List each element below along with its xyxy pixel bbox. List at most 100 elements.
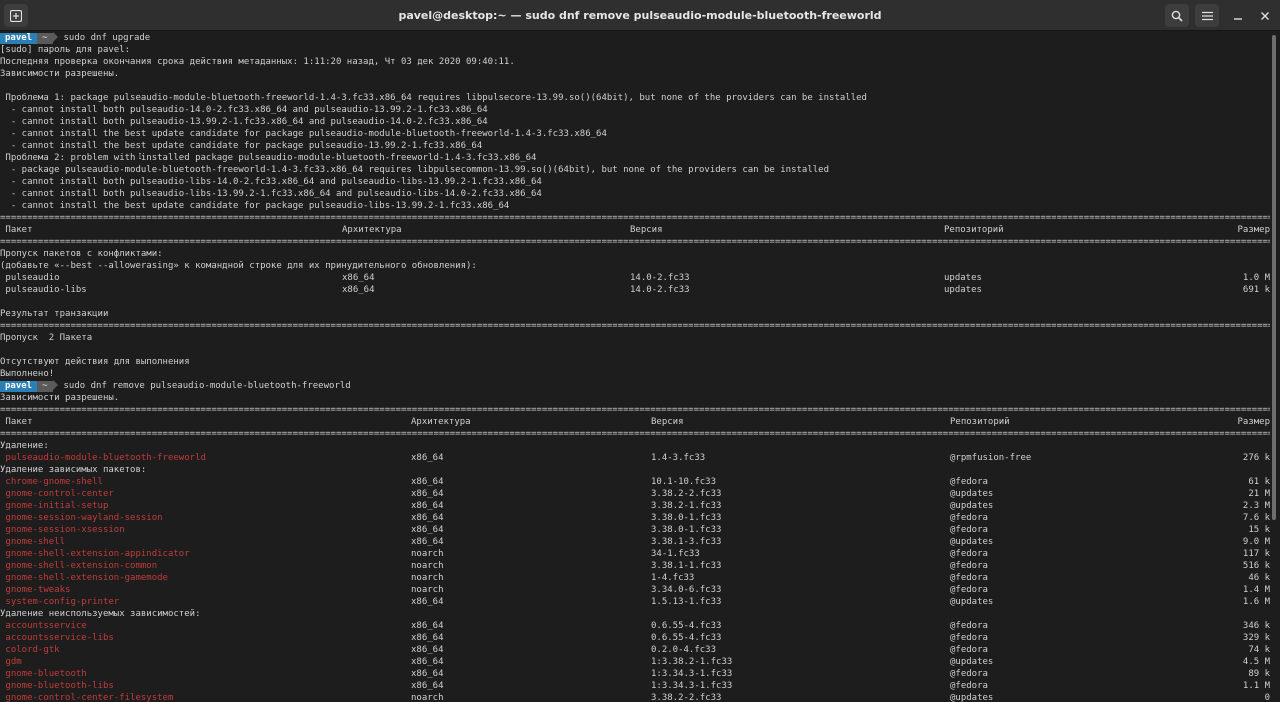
table-row: gdm x86_64 1:3.38.2-1.fc33 @updates 4.5 M	[0, 656, 1270, 668]
cell-arch: x86_64	[411, 513, 444, 523]
cell-repo: @fedora	[950, 525, 988, 535]
table-row: pulseaudio x86_64 14.0-2.fc33 updates 1.0 M	[0, 272, 1270, 284]
terminal-text: Выполнено!	[0, 369, 55, 379]
output-line: - package pulseaudio-module-bluetooth-fr…	[0, 164, 1270, 176]
cell-ver: 3.38.1-1.fc33	[651, 561, 722, 571]
table-row: pulseaudio-module-bluetooth-freeworld x86…	[0, 452, 1270, 464]
cell-size: 89 k	[1248, 669, 1270, 679]
cell-pkg: gnome-shell-extension-gamemode	[0, 573, 168, 583]
cell-arch: x86_64	[342, 273, 375, 283]
table-row: accountsservice x86_64 0.6.55-4.fc33 @fedor…	[0, 620, 1270, 632]
section-heading: Удаление неиспользуемых зависимостей:	[0, 608, 1270, 620]
section-heading: Удаление:	[0, 440, 1270, 452]
terminal-output[interactable]: pavel ~ sudo dnf upgrade [sudo] пароль для …	[0, 31, 1270, 702]
cell-arch: x86_64	[411, 657, 444, 667]
cell-size: 1.0 M	[1242, 273, 1270, 283]
scrollbar[interactable]	[1272, 35, 1276, 520]
cell-size: Размер	[1237, 417, 1270, 427]
cell-arch: x86_64	[342, 285, 375, 295]
cell-pkg: gdm	[0, 657, 22, 667]
cell-arch: x86_64	[411, 621, 444, 631]
table-row: gnome-control-center x86_64 3.38.2-2.fc33 @…	[0, 488, 1270, 500]
minimize-button[interactable]	[1226, 4, 1250, 27]
terminal-text: Пропуск 2 Пакета	[0, 333, 93, 343]
cell-repo: Репозиторий	[944, 225, 1004, 235]
window-title: pavel@desktop:~ — sudo dnf remove pulsea…	[398, 9, 882, 22]
cell-repo: @fedora	[950, 549, 988, 559]
cell-arch: x86_64	[411, 597, 444, 607]
cell-ver: 1.5.13-1.fc33	[651, 597, 722, 607]
cell-size: 1.6 M	[1242, 597, 1270, 607]
cell-ver: 0.2.0-4.fc33	[651, 645, 717, 655]
table-row: system-config-printer x86_64 1.5.13-1.fc33…	[0, 596, 1270, 608]
command-text: sudo dnf remove pulseaudio-module-blueto…	[63, 381, 351, 391]
table-row: colord-gtk x86_64 0.2.0-4.fc33 @fedora 74 k	[0, 644, 1270, 656]
cell-repo: Репозиторий	[950, 417, 1010, 427]
separator-line: ========================================…	[0, 237, 1270, 247]
cell-repo: @updates	[950, 489, 994, 499]
search-button[interactable]	[1165, 4, 1189, 27]
cell-size: 4.5 M	[1242, 657, 1270, 667]
cell-pkg: Пакет	[0, 225, 33, 235]
table-row: chrome-gnome-shell x86_64 10.1-10.fc33 @fed…	[0, 476, 1270, 488]
cell-ver: 1:3.38.2-1.fc33	[651, 657, 733, 667]
terminal-text: - cannot install the best update candida…	[0, 201, 510, 211]
terminal-text: Зависимости разрешены.	[0, 69, 120, 79]
output-line: Выполнено!	[0, 368, 1270, 380]
terminal-text: - cannot install the best update candida…	[0, 129, 607, 139]
menu-button[interactable]	[1195, 4, 1219, 27]
cell-pkg: system-config-printer	[0, 597, 120, 607]
cell-repo: @fedora	[950, 561, 988, 571]
cell-size: Размер	[1237, 225, 1270, 235]
cell-size: 346 k	[1242, 621, 1270, 631]
section-heading: Удаление зависимых пакетов:	[0, 464, 1270, 476]
cell-ver: 3.38.2-1.fc33	[651, 501, 722, 511]
table-row: gnome-shell-extension-gamemode noarch 1-4.…	[0, 572, 1270, 584]
cell-arch: x86_64	[411, 453, 444, 463]
prompt-line: pavel ~ sudo dnf upgrade	[0, 32, 1270, 44]
cell-repo: @fedora	[950, 621, 988, 631]
cell-ver: 1.4-3.fc33	[651, 453, 706, 463]
cell-pkg: gnome-tweaks	[0, 585, 71, 595]
table-row: pulseaudio-libs x86_64 14.0-2.fc33 updates 6…	[0, 284, 1270, 296]
close-button[interactable]	[1253, 4, 1277, 27]
cell-ver: 3.38.2-2.fc33	[651, 693, 722, 702]
cell-ver: 3.38.0-1.fc33	[651, 525, 722, 535]
table-header: Пакет Архитектура Версия Репозиторий Размер	[0, 224, 1270, 236]
cell-size: 1.4 M	[1242, 585, 1270, 595]
cell-size: 15 k	[1248, 525, 1270, 535]
output-line: Последняя проверка окончания срока дейст…	[0, 56, 1270, 68]
section-heading: (добавьте «--best --allowerasing» к кома…	[0, 260, 1270, 272]
table-row: gnome-session-xsession x86_64 3.38.0-1.fc3…	[0, 524, 1270, 536]
table-row: gnome-bluetooth x86_64 1:3.34.3-1.fc33 @fed…	[0, 668, 1270, 680]
output-line: - cannot install both pulseaudio-13.99.2…	[0, 116, 1270, 128]
table-row: gnome-initial-setup x86_64 3.38.2-1.fc33 @u…	[0, 500, 1270, 512]
output-line: Проблема 2: problem with installed packa…	[0, 152, 1270, 164]
separator-line: ========================================…	[0, 321, 1270, 331]
cell-repo: @updates	[950, 657, 994, 667]
cell-arch: noarch	[411, 573, 444, 583]
separator-line: ========================================…	[0, 405, 1270, 415]
table-row: gnome-shell x86_64 3.38.1-3.fc33 @updates 9.…	[0, 536, 1270, 548]
cell-arch: noarch	[411, 561, 444, 571]
cell-repo: updates	[944, 285, 982, 295]
cell-repo: @fedora	[950, 669, 988, 679]
cell-arch: x86_64	[411, 501, 444, 511]
cell-arch: noarch	[411, 549, 444, 559]
output-line: Отсутствуют действия для выполнения	[0, 356, 1270, 368]
cell-pkg: gnome-bluetooth-libs	[0, 681, 114, 691]
cell-ver: Версия	[651, 417, 684, 427]
cell-pkg: gnome-initial-setup	[0, 501, 109, 511]
cell-pkg: gnome-shell	[0, 537, 66, 547]
terminal-text: Проблема 2: problem with installed packa…	[0, 153, 537, 163]
prompt-user: pavel	[0, 381, 38, 392]
cell-ver: 14.0-2.fc33	[630, 273, 690, 283]
terminal-text: Проблема 1: package pulseaudio-module-bl…	[0, 93, 867, 103]
output-line: - cannot install the best update candida…	[0, 128, 1270, 140]
output-line: Зависимости разрешены.	[0, 68, 1270, 80]
terminal-text: Зависимости разрешены.	[0, 393, 120, 403]
cell-arch: Архитектура	[342, 225, 402, 235]
cell-repo: @fedora	[950, 585, 988, 595]
cell-repo: @updates	[950, 501, 994, 511]
cell-pkg: gnome-bluetooth	[0, 669, 87, 679]
